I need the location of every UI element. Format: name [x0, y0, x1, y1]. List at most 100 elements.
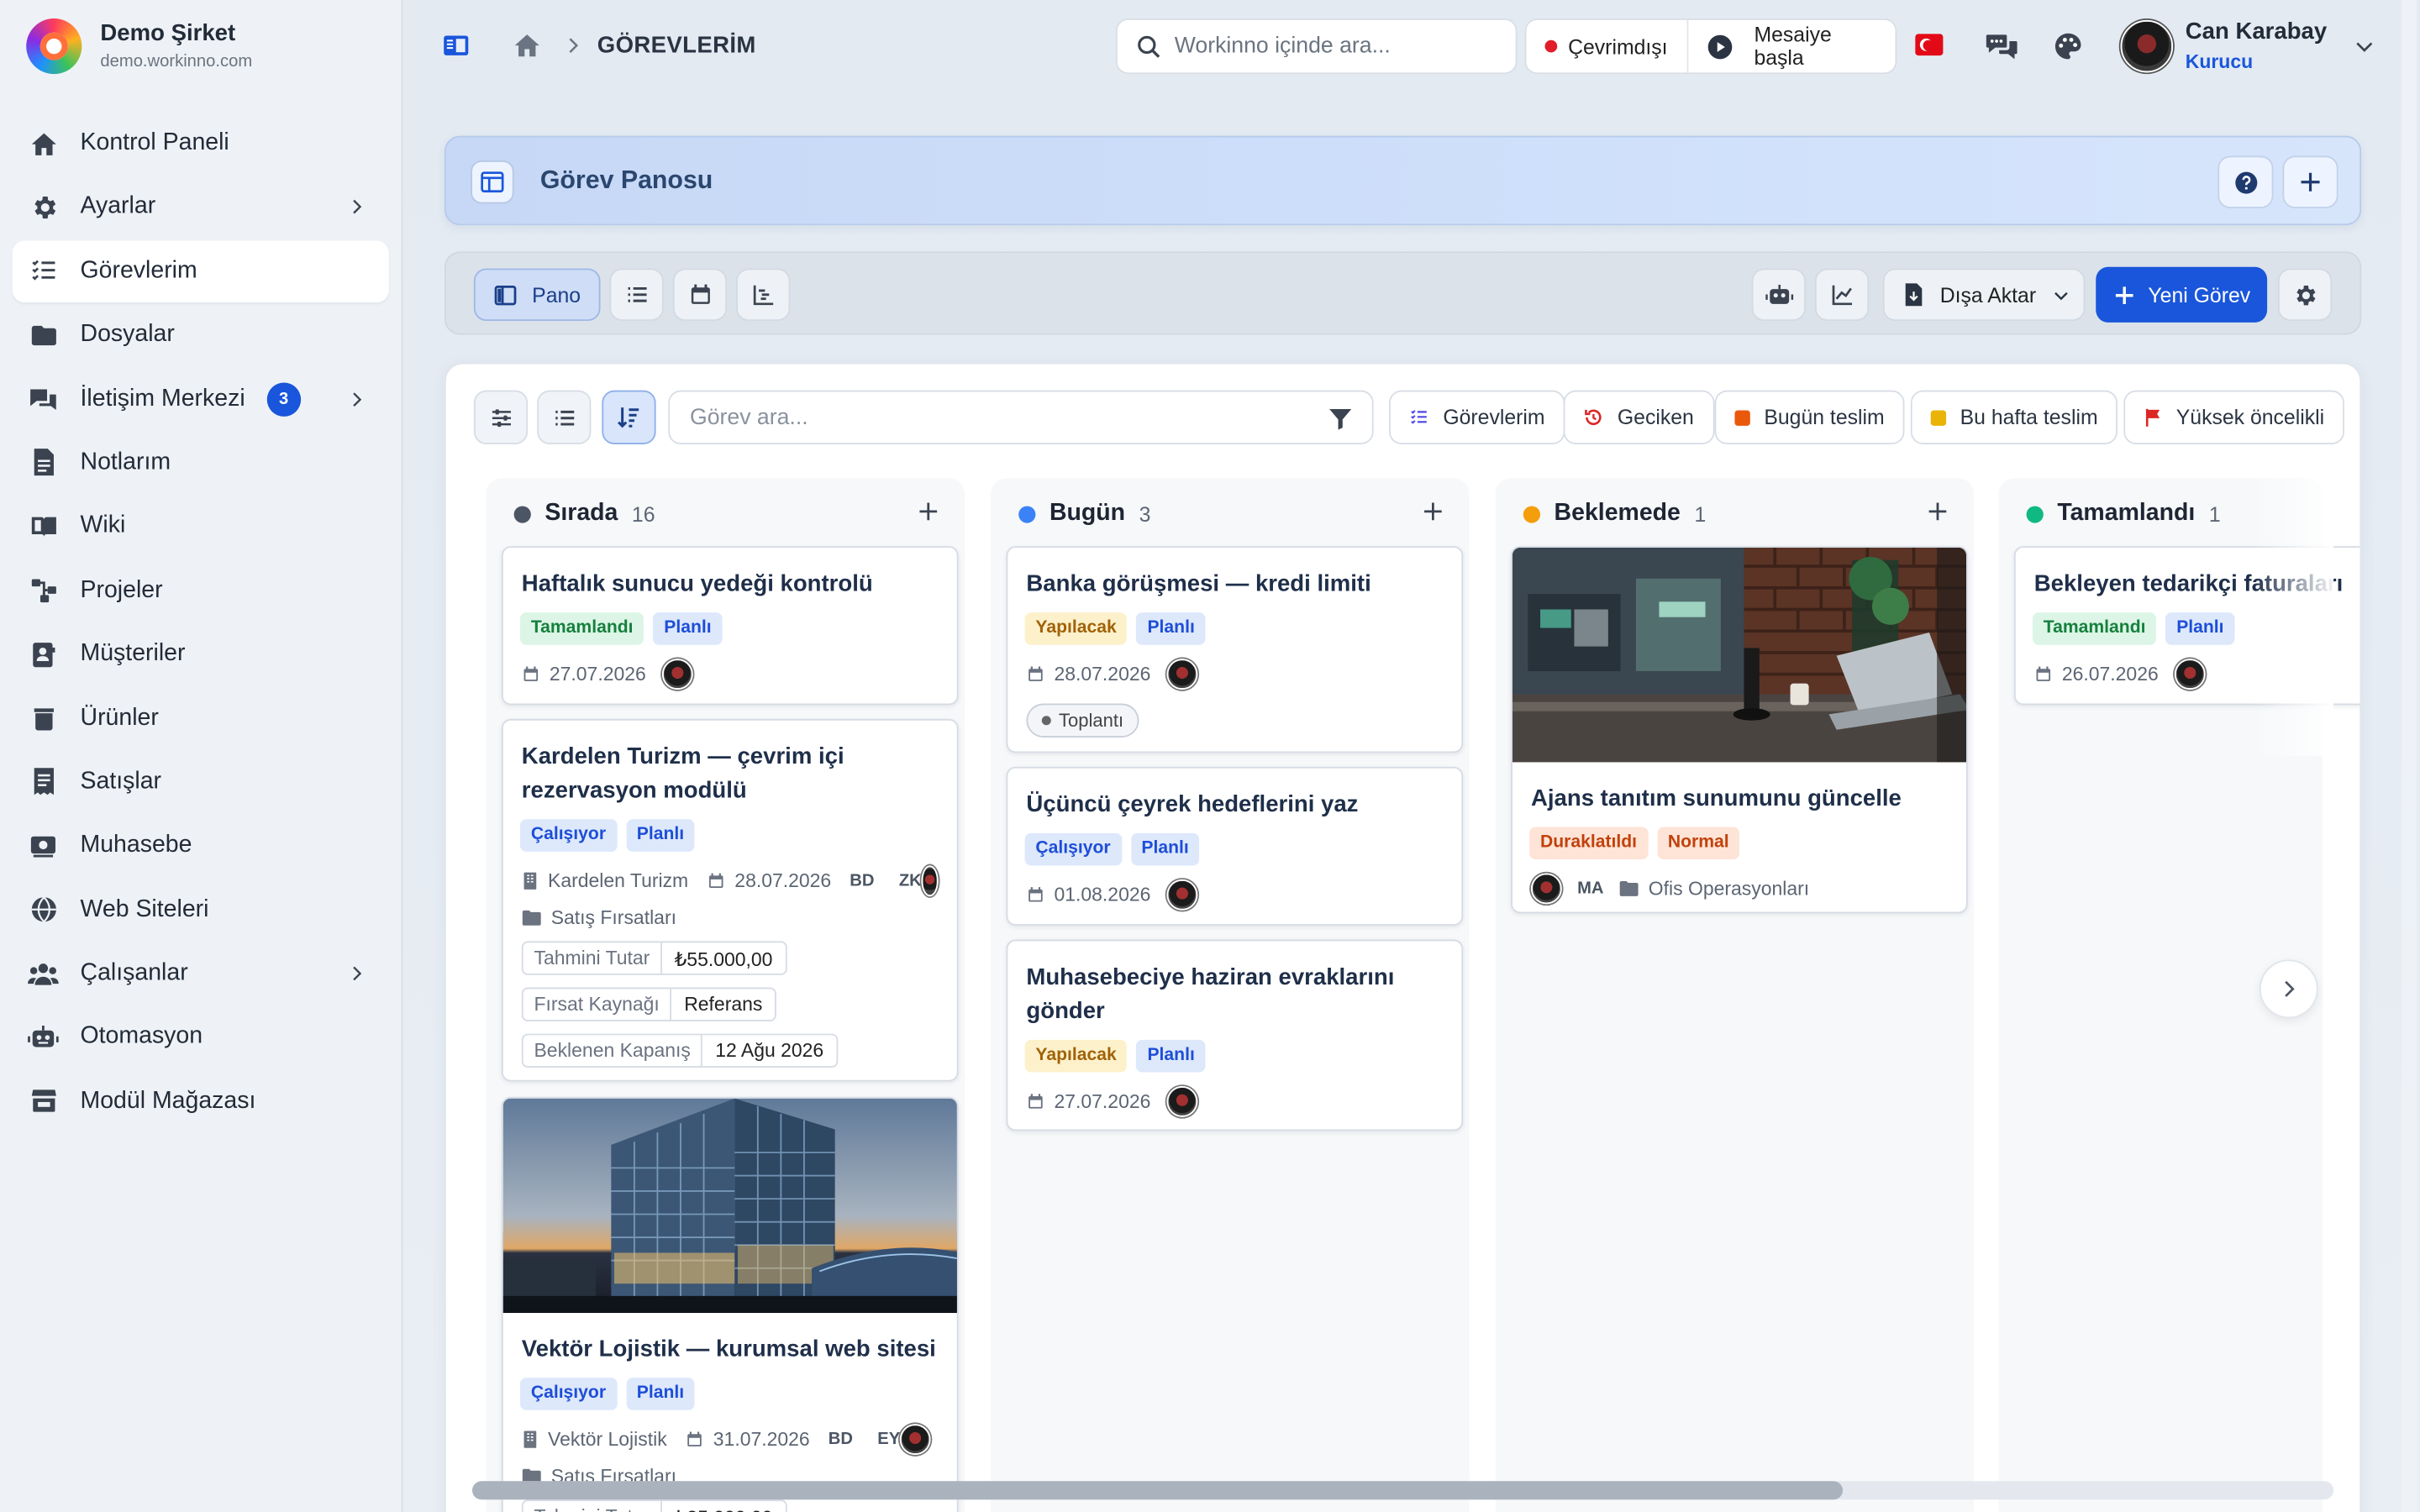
- task-card[interactable]: Muhasebeciye haziran evraklarını gönder …: [1006, 939, 1464, 1131]
- sidebar-item-products[interactable]: Ürünler: [13, 687, 389, 748]
- assignee-initials: EY: [877, 1430, 901, 1449]
- sidebar-item-label: Otomasyon: [80, 1023, 203, 1050]
- column-header: Beklemede 1: [1523, 500, 1706, 528]
- global-search[interactable]: [1115, 18, 1518, 75]
- view-timeline-button[interactable]: [736, 268, 791, 322]
- task-card[interactable]: Kardelen Turizm — çevrim içi rezervasyon…: [501, 718, 959, 1082]
- start-shift-label: Mesaiye başla: [1754, 23, 1832, 70]
- sidebar-item-settings[interactable]: Ayarlar: [13, 176, 389, 238]
- global-search-input[interactable]: [1174, 34, 1484, 59]
- task-card[interactable]: Banka görüşmesi — kredi limiti Yapılacak…: [1006, 546, 1464, 753]
- filter-icon[interactable]: [1328, 406, 1354, 432]
- automation-button[interactable]: [1751, 268, 1806, 322]
- plus-icon[interactable]: [917, 500, 940, 523]
- group-list-button[interactable]: [537, 390, 592, 444]
- product-icon: [28, 703, 59, 734]
- filter-chip-due-today[interactable]: Bugün teslim: [1714, 390, 1905, 444]
- calendar-icon: [1026, 1092, 1044, 1110]
- filter-chip-high-priority[interactable]: Yüksek öncelikli: [2123, 390, 2345, 444]
- type-tag: Planlı: [1136, 612, 1206, 645]
- filter-chip-label: Görevlerim: [1443, 406, 1545, 429]
- due-date: 01.08.2026: [1054, 884, 1151, 906]
- add-button[interactable]: [2282, 155, 2338, 208]
- task-title: Ajans tanıtım sunumunu güncelle: [1531, 785, 1902, 812]
- board-icon: [493, 283, 532, 307]
- sidebar-item-communication[interactable]: İletişim Merkezi 3: [13, 368, 389, 429]
- home-icon[interactable]: [513, 31, 542, 60]
- task-list-icon: [1409, 407, 1443, 428]
- task-card[interactable]: Vektör Lojistik — kurumsal web sitesi Ça…: [501, 1096, 959, 1512]
- assignee-avatar: [1165, 879, 1197, 911]
- calendar-icon: [1026, 885, 1044, 904]
- status-group: Çevrimdışı Mesaiye başla: [1524, 18, 1897, 75]
- view-list-button[interactable]: [609, 268, 664, 322]
- home-icon: [28, 128, 59, 159]
- sidebar-toggle-icon[interactable]: [441, 31, 471, 60]
- export-button[interactable]: Dışa Aktar: [1882, 268, 2086, 322]
- sidebar-item-dashboard[interactable]: Kontrol Paneli: [13, 113, 389, 174]
- sidebar: Demo Şirket demo.workinno.com Kontrol Pa…: [0, 0, 403, 1512]
- sidebar-item-files[interactable]: Dosyalar: [13, 304, 389, 365]
- task-card[interactable]: Üçüncü çeyrek hedeflerini yaz Çalışıyor …: [1006, 766, 1464, 927]
- sidebar-item-wiki[interactable]: Wiki: [13, 496, 389, 557]
- task-search[interactable]: [668, 390, 1374, 444]
- column-header: Sırada 16: [513, 500, 655, 528]
- sidebar-item-module-store[interactable]: Modül Mağazası: [13, 1070, 389, 1131]
- sort-button[interactable]: [602, 390, 656, 444]
- sidebar-item-sales[interactable]: Satışlar: [13, 751, 389, 812]
- filter-chip-overdue[interactable]: Geciken: [1563, 390, 1714, 444]
- status-tag: Duraklatıldı: [1529, 827, 1648, 860]
- folder-icon: [1619, 879, 1639, 898]
- board-settings-button[interactable]: [2277, 268, 2333, 322]
- new-task-button[interactable]: Yeni Görev: [2096, 266, 2268, 323]
- sidebar-item-projects[interactable]: Projeler: [13, 559, 389, 621]
- sidebar-item-label: Satışlar: [80, 768, 162, 795]
- scroll-right-button[interactable]: [2259, 959, 2318, 1019]
- sidebar-item-accounting[interactable]: Muhasebe: [13, 815, 389, 876]
- filter-chip-due-week[interactable]: Bu hafta teslim: [1910, 390, 2118, 444]
- reports-button[interactable]: [1814, 268, 1870, 322]
- sidebar-item-automation[interactable]: Otomasyon: [13, 1006, 389, 1068]
- help-button[interactable]: [2217, 155, 2274, 208]
- task-card[interactable]: Haftalık sunucu yedeği kontrolü Tamamlan…: [501, 546, 959, 706]
- calendar-icon: [1026, 665, 1044, 684]
- column-count: 16: [631, 501, 655, 526]
- brand-name: Demo Şirket: [100, 19, 236, 47]
- sidebar-item-customers[interactable]: Müşteriler: [13, 623, 389, 685]
- filter-settings-button[interactable]: [473, 390, 529, 444]
- assignee-avatar: [1531, 873, 1562, 905]
- company-name: Vektör Lojistik: [548, 1428, 667, 1451]
- view-board-button[interactable]: Pano: [473, 268, 601, 322]
- task-title: Kardelen Turizm — çevrim içi rezervasyon…: [521, 743, 844, 804]
- palette-icon[interactable]: [2053, 31, 2084, 62]
- app-root: Demo Şirket demo.workinno.com Kontrol Pa…: [0, 0, 2420, 1512]
- type-tag: Planlı: [2165, 612, 2235, 645]
- page-title: Görev Panosu: [539, 166, 713, 195]
- filter-chip-my-tasks[interactable]: Görevlerim: [1389, 390, 1565, 444]
- vertical-scrollbar[interactable]: [2401, 0, 2417, 1512]
- brand[interactable]: Demo Şirket demo.workinno.com: [26, 18, 252, 75]
- sidebar-item-websites[interactable]: Web Siteleri: [13, 879, 389, 940]
- chevron-down-icon: [2051, 285, 2071, 305]
- sidebar-item-notes[interactable]: Notlarım: [13, 432, 389, 493]
- sidebar-item-label: Ürünler: [80, 704, 159, 731]
- line-chart-icon: [1829, 282, 1854, 307]
- start-shift-button[interactable]: Mesaiye başla: [1687, 24, 1895, 70]
- chevron-down-icon: [2352, 34, 2376, 58]
- task-search-input[interactable]: [690, 405, 1292, 430]
- people-icon: [28, 958, 59, 990]
- status-tag: Tamamlandı: [519, 612, 644, 645]
- plus-icon[interactable]: [1422, 500, 1445, 523]
- sidebar-item-tasks[interactable]: Görevlerim: [12, 240, 389, 302]
- online-status-button[interactable]: Çevrimdışı: [1526, 19, 1688, 73]
- horizontal-scrollbar-thumb[interactable]: [472, 1481, 1844, 1500]
- turkish-flag-icon[interactable]: [1915, 34, 1944, 56]
- sidebar-item-employees[interactable]: Çalışanlar: [13, 942, 389, 1004]
- plus-icon[interactable]: [1926, 500, 1949, 523]
- view-calendar-button[interactable]: [672, 268, 728, 322]
- task-list-icon: [28, 255, 59, 286]
- chat-icon[interactable]: [1985, 31, 2018, 62]
- user-menu[interactable]: Can Karabay Kurucu: [2120, 18, 2376, 74]
- task-title: Haftalık sunucu yedeği kontrolü: [521, 570, 873, 597]
- task-card[interactable]: Ajans tanıtım sunumunu güncelle Duraklat…: [1511, 546, 1968, 914]
